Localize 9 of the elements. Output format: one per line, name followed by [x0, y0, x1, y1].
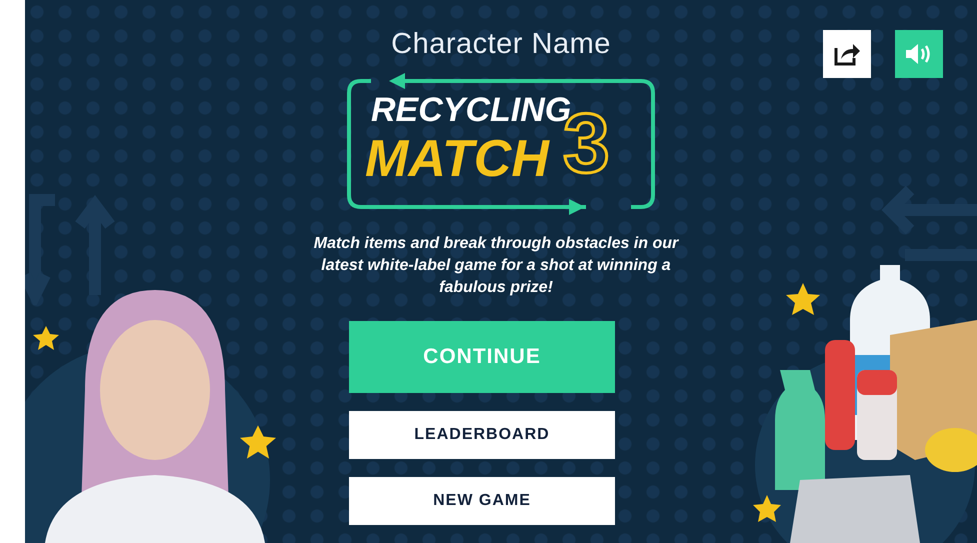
- star-icon: [33, 325, 59, 351]
- menu-button[interactable]: LEADERBOARD: [349, 411, 615, 459]
- logo-title: MATCH: [365, 133, 549, 185]
- menu-button[interactable]: NEW GAME: [349, 477, 615, 525]
- character-name: Character Name: [390, 30, 612, 59]
- star-icon: [240, 424, 276, 460]
- tagline-text: Match items and break through obstacles in our latest white-label game for a shot at winning a fabulous prize!: [312, 234, 680, 298]
- share-icon: [834, 42, 860, 66]
- share-button[interactable]: [823, 30, 871, 78]
